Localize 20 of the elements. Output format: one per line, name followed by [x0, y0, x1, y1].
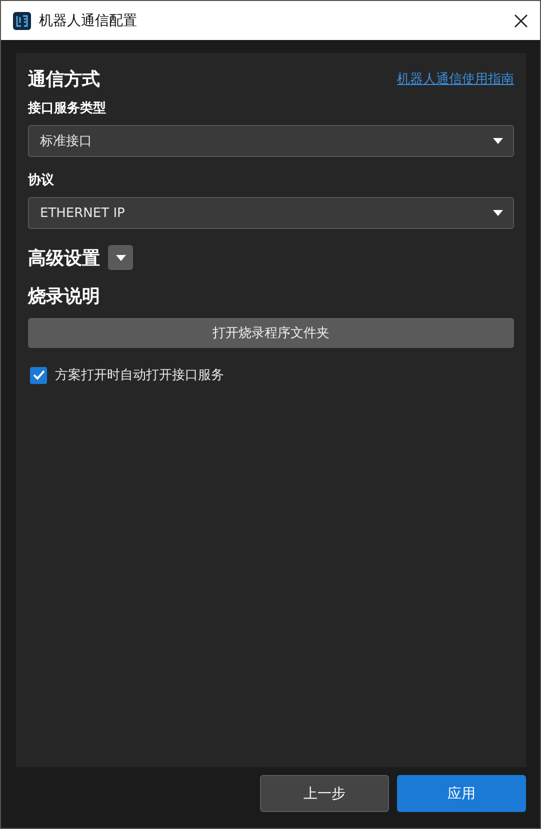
section-title: 烧录说明 — [28, 285, 100, 308]
checkbox[interactable] — [30, 366, 47, 384]
section-title: 高级设置 — [28, 246, 100, 270]
caret-icon — [493, 138, 503, 144]
back-button[interactable]: 上一步 — [260, 775, 389, 812]
dropdown[interactable]: 标准接口 — [28, 125, 514, 157]
field-label: 接口服务类型 — [28, 100, 106, 117]
guide-link[interactable]: 机器人通信使用指南 — [397, 70, 514, 88]
expand-toggle[interactable] — [108, 245, 133, 270]
close-icon[interactable] — [514, 14, 528, 28]
section-title: 通信方式 — [28, 68, 100, 91]
caret-icon — [116, 254, 126, 260]
apply-button[interactable]: 应用 — [397, 775, 526, 812]
checkbox-label: 方案打开时自动打开接口服务 — [55, 367, 224, 384]
caret-icon — [493, 210, 503, 216]
field-label: 协议 — [28, 172, 54, 189]
app-icon — [13, 12, 31, 30]
dropdown[interactable]: ETHERNET IP — [28, 197, 514, 229]
window-title: 机器人通信配置 — [39, 12, 138, 30]
open-folder-button[interactable]: 打开烧录程序文件夹 — [28, 318, 514, 348]
